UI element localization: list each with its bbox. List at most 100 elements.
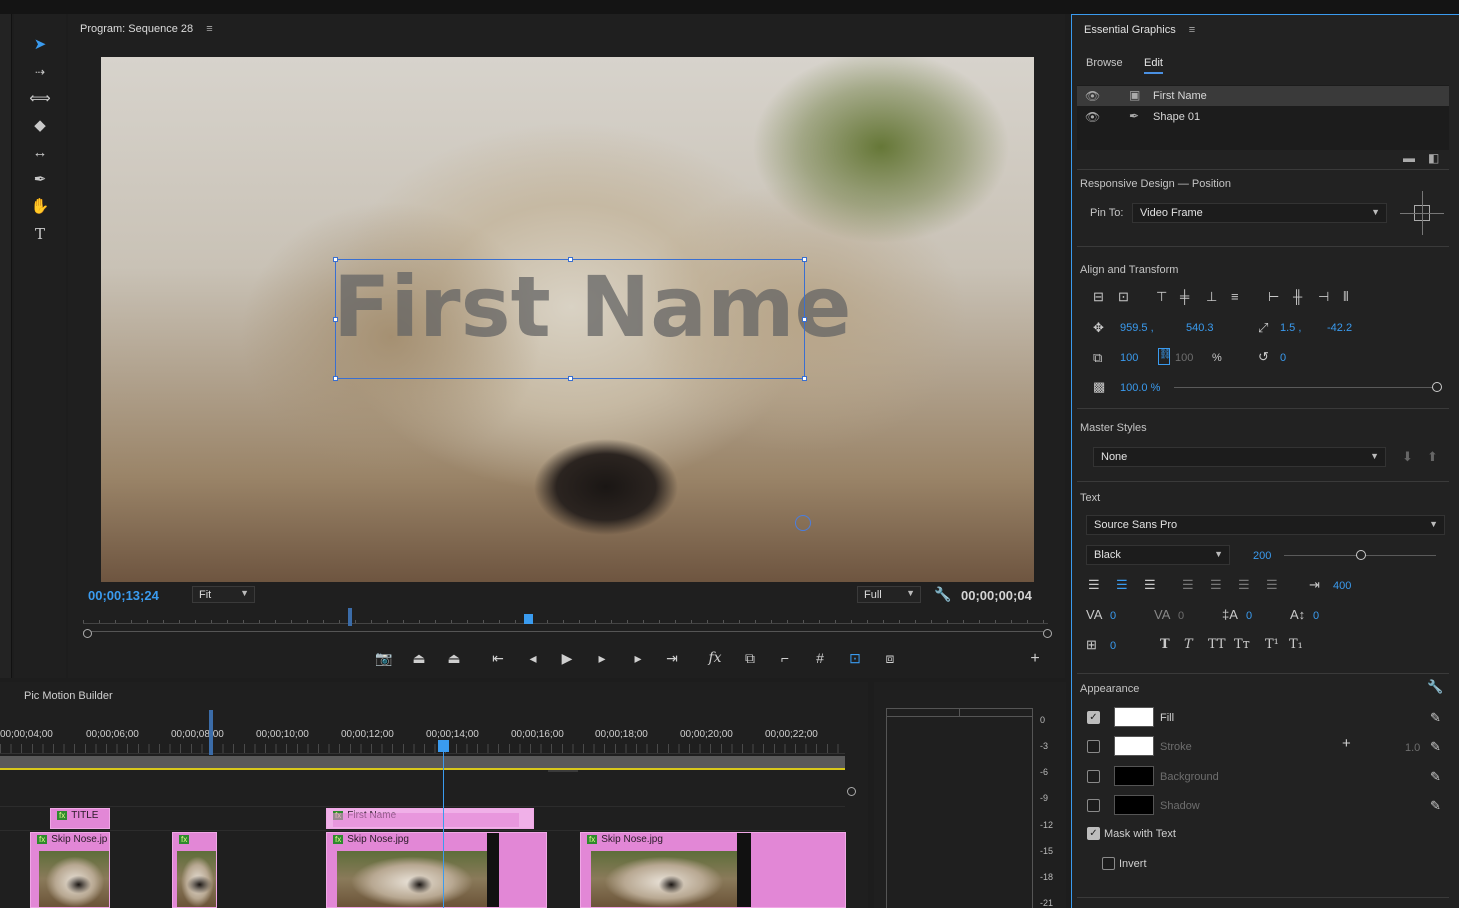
grid-icon[interactable]: # <box>809 650 831 666</box>
monitor-playhead[interactable] <box>524 614 533 624</box>
work-area-bar[interactable] <box>0 756 845 768</box>
lift-icon[interactable]: ⏏ <box>408 650 430 667</box>
comparison-view-icon[interactable]: ⧉ <box>739 650 761 667</box>
wrench-icon[interactable]: 🔧 <box>1427 679 1443 695</box>
pin-to-select[interactable]: Video Frame ▼ <box>1132 203 1387 223</box>
mask-with-text-checkbox[interactable]: ✓ <box>1087 827 1100 840</box>
background-color-swatch[interactable] <box>1114 766 1154 786</box>
baseline-shift-value[interactable]: 0 <box>1313 610 1319 622</box>
push-down-icon[interactable]: ⬇ <box>1402 449 1413 465</box>
tab-width-value[interactable]: 400 <box>1333 580 1351 592</box>
shadow-color-swatch[interactable] <box>1114 795 1154 815</box>
align-text-center-icon[interactable]: ☰ <box>1116 577 1128 593</box>
razor-tool-icon[interactable]: ◆ <box>26 115 54 137</box>
vr-video-icon[interactable]: ⧈ <box>879 650 901 667</box>
shadow-checkbox[interactable] <box>1087 799 1100 812</box>
resize-handle[interactable] <box>333 376 338 381</box>
anchor-point-icon[interactable] <box>795 515 811 531</box>
eye-icon[interactable]: 👁 <box>1085 89 1100 103</box>
align-middle-icon[interactable]: ╪ <box>1180 289 1189 304</box>
resize-handle[interactable] <box>802 257 807 262</box>
stroke-color-swatch[interactable] <box>1114 736 1154 756</box>
distribute-horizontal-icon[interactable]: ⦀ <box>1343 289 1349 305</box>
resize-handle[interactable] <box>568 257 573 262</box>
ripple-edit-tool-icon[interactable]: ⟺ <box>26 88 54 110</box>
rotation-value[interactable]: 0 <box>1280 352 1286 364</box>
align-bottom-icon[interactable]: ⊥ <box>1206 289 1217 305</box>
timeline-clip[interactable]: fx <box>172 832 217 908</box>
timeline-ruler[interactable] <box>0 744 845 754</box>
tracking-value[interactable]: 0 <box>1178 610 1184 622</box>
align-text-right-icon[interactable]: ☰ <box>1144 577 1156 593</box>
go-to-in-icon[interactable]: ⇤ <box>487 650 509 667</box>
resize-handle[interactable] <box>568 376 573 381</box>
justify-right-icon[interactable]: ☰ <box>1238 577 1250 593</box>
scale-value[interactable]: 100 <box>1120 352 1138 364</box>
layer-first-name[interactable]: 👁 ▣ First Name <box>1077 86 1449 106</box>
font-family-select[interactable]: Source Sans Pro ▼ <box>1086 515 1445 535</box>
align-horizontal-center-icon[interactable]: ⊡ <box>1118 289 1129 305</box>
hand-tool-icon[interactable]: ✋ <box>26 196 54 218</box>
timeline-playhead-line[interactable] <box>443 742 444 908</box>
all-caps-button[interactable]: TT <box>1208 637 1226 652</box>
align-text-left-icon[interactable]: ☰ <box>1088 577 1100 593</box>
anchor-x[interactable]: 1.5 , <box>1280 322 1301 334</box>
in-point-marker[interactable] <box>209 710 213 755</box>
step-back-icon[interactable]: ◂ <box>522 650 544 667</box>
track-select-tool-icon[interactable]: ⇢ <box>26 61 54 83</box>
font-style-select[interactable]: Black ▼ <box>1086 545 1230 565</box>
master-styles-select[interactable]: None ▼ <box>1093 447 1386 467</box>
eyedropper-icon[interactable]: ✎ <box>1430 739 1441 755</box>
stroke-width-value[interactable]: 1.0 <box>1405 742 1420 754</box>
background-checkbox[interactable] <box>1087 770 1100 783</box>
type-tool-icon[interactable]: T <box>26 223 54 245</box>
export-frame-icon[interactable]: 📷 <box>373 650 395 667</box>
zoom-select[interactable]: Fit ▼ <box>192 586 255 603</box>
timeline-clip[interactable]: fx TITLE <box>50 808 110 829</box>
font-size-value[interactable]: 200 <box>1253 550 1271 562</box>
new-layer-icon[interactable]: ◧ <box>1428 151 1439 165</box>
fx-icon[interactable]: fx <box>704 650 726 666</box>
invert-checkbox[interactable] <box>1102 857 1115 870</box>
push-up-icon[interactable]: ⬆ <box>1427 449 1438 465</box>
safe-margins-icon[interactable]: ⌐ <box>774 650 796 666</box>
add-stroke-icon[interactable]: + <box>1342 735 1351 752</box>
proxy-toggle-icon[interactable]: ⊡ <box>844 650 866 667</box>
leading-value[interactable]: 0 <box>1246 610 1252 622</box>
align-center-icon[interactable]: ╫ <box>1293 289 1302 304</box>
pen-tool-icon[interactable]: ✒ <box>26 169 54 191</box>
tab-edit[interactable]: Edit <box>1144 57 1163 74</box>
scrollbar-handle-left[interactable] <box>83 629 92 638</box>
wrench-icon[interactable]: 🔧 <box>934 586 951 603</box>
justify-center-icon[interactable]: ☰ <box>1210 577 1222 593</box>
in-point-marker[interactable] <box>348 608 352 626</box>
hamburger-icon[interactable]: ≡ <box>206 23 212 35</box>
add-button-icon[interactable]: + <box>1024 650 1046 668</box>
small-caps-button[interactable]: Tт <box>1234 637 1250 652</box>
position-x[interactable]: 959.5 , <box>1120 322 1154 334</box>
eyedropper-icon[interactable]: ✎ <box>1430 710 1441 726</box>
video-frame[interactable]: First Name <box>101 57 1034 582</box>
resize-handle[interactable] <box>802 317 807 322</box>
timeline-playhead[interactable] <box>438 740 449 752</box>
resize-handle[interactable] <box>333 257 338 262</box>
timeline-clip[interactable]: fx Skip Nose.jp <box>30 832 110 908</box>
align-vertical-center-icon[interactable]: ⊟ <box>1093 289 1104 305</box>
opacity-slider[interactable] <box>1174 387 1436 388</box>
timeline-clip[interactable]: fx Skip Nose.jpg <box>326 832 547 908</box>
eye-icon[interactable]: 👁 <box>1085 110 1100 124</box>
timeline-clip[interactable]: fx Skip Nose.jpg <box>580 832 846 908</box>
stroke-checkbox[interactable] <box>1087 740 1100 753</box>
opacity-value[interactable]: 100.0 % <box>1120 382 1160 394</box>
resize-handle[interactable] <box>333 317 338 322</box>
font-size-slider-knob[interactable] <box>1356 550 1366 560</box>
justify-left-icon[interactable]: ☰ <box>1182 577 1194 593</box>
align-left-icon[interactable]: ⊢ <box>1268 289 1279 305</box>
faux-bold-button[interactable]: T <box>1160 637 1170 652</box>
monitor-ruler[interactable] <box>83 612 1048 624</box>
scrollbar-handle[interactable] <box>847 787 856 796</box>
anchor-y[interactable]: -42.2 <box>1327 322 1352 334</box>
resolution-select[interactable]: Full ▼ <box>857 586 921 603</box>
go-to-out-icon[interactable]: ⇥ <box>661 650 683 667</box>
justify-all-icon[interactable]: ☰ <box>1266 577 1278 593</box>
